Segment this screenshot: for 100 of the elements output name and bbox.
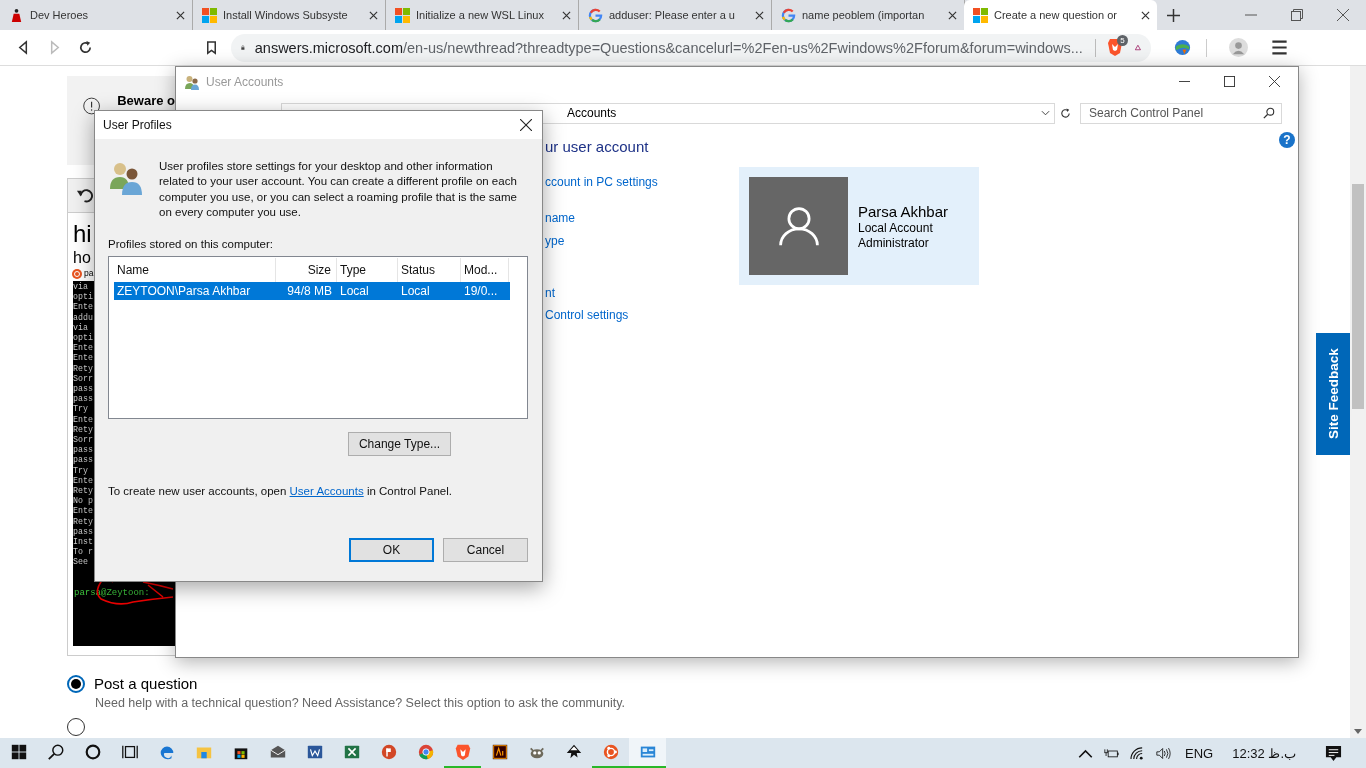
presentation-app-icon <box>379 743 398 761</box>
address-bar[interactable]: answers.microsoft.com/en-us/newthread?threadtype=Questions&cancelurl=%2Fen-us%2Fwindows%2Fforum&forum=windows... 5 <box>231 33 1151 62</box>
terminal-line: No p <box>73 496 93 507</box>
lion-shield-icon <box>453 743 472 761</box>
users-icon <box>184 73 200 90</box>
close-icon[interactable] <box>1141 10 1150 20</box>
illustrator-app-icon <box>490 743 509 761</box>
count-badge: 5 <box>1117 34 1128 46</box>
menu-icon[interactable] <box>1270 38 1289 57</box>
terminal-line: pass <box>73 384 93 395</box>
account-type: Local Account <box>858 221 934 236</box>
close-icon[interactable] <box>562 10 571 20</box>
bookmark-icon[interactable] <box>204 40 219 55</box>
post-subtitle: ho <box>73 249 91 267</box>
terminal-line: Rety <box>73 363 93 374</box>
browser-tab[interactable]: Install Windows Subsyste <box>193 0 386 30</box>
section-heading: ur user account <box>545 137 649 157</box>
search-field[interactable]: Search Control Panel <box>1080 102 1282 124</box>
maximize-icon[interactable] <box>1224 76 1235 87</box>
warning-title: Beware o <box>117 93 175 108</box>
undo-icon[interactable] <box>76 187 93 204</box>
help-button[interactable]: ? <box>1279 132 1295 148</box>
restore-icon[interactable] <box>1291 9 1303 21</box>
avatar-icon[interactable] <box>1229 38 1248 57</box>
cancel-button[interactable]: Cancel <box>443 538 528 563</box>
terminal-line: Rety <box>73 516 93 527</box>
ubuntu-logo-icon <box>601 743 620 761</box>
browser-tab[interactable]: Dev Heroes <box>0 0 193 30</box>
user-accounts-link[interactable]: User Accounts <box>289 485 364 498</box>
notification-icon[interactable] <box>1325 744 1342 762</box>
language-indicator[interactable]: ENG <box>1185 745 1214 761</box>
clock[interactable]: 12:32 ب.ظ <box>1232 745 1296 761</box>
terminal-line: opti <box>73 292 93 303</box>
terminal-line: Sorr <box>73 373 93 385</box>
radio-button[interactable] <box>67 675 85 693</box>
footer-text: To create new user accounts, open User Accounts in Control Panel. <box>108 485 453 498</box>
close-icon[interactable] <box>1269 76 1280 87</box>
windows-logo-icon <box>395 7 410 23</box>
option-description: Need help with a technical question? Need Assistance? Select this option to ask the community. <box>95 695 625 712</box>
terminal-line: Try <box>73 404 88 415</box>
terminal-line: Ente <box>73 506 93 517</box>
search-icon[interactable] <box>1263 106 1275 119</box>
terminal-line: pass <box>73 526 93 538</box>
settings-link[interactable]: ccount in PC settings <box>545 175 658 190</box>
windows-logo-icon <box>202 7 217 23</box>
close-icon[interactable] <box>948 10 957 20</box>
terminal-line: via <box>73 322 88 333</box>
option-label: Post a question <box>94 674 199 694</box>
terminal-line: Sorr <box>73 435 93 446</box>
windows-logo-icon <box>973 7 988 23</box>
browser-tab[interactable]: Create a new question or <box>964 0 1157 30</box>
terminal-line: Ente <box>73 414 93 425</box>
task-view-icon <box>120 743 139 761</box>
speaker-icon[interactable] <box>1156 746 1172 760</box>
close-icon[interactable] <box>520 119 532 131</box>
terminal-line: pass <box>73 445 93 456</box>
account-name: Parsa Akhbar <box>858 203 949 221</box>
dropdown-icon[interactable] <box>1041 110 1050 116</box>
change-type-button[interactable]: Change Type... <box>348 432 451 457</box>
profile-row[interactable]: ZEYTOON\Parsa Akhbar 94/8 MB Local Local 19/0... <box>114 282 510 301</box>
site-feedback-button[interactable]: Site Feedback <box>1316 333 1350 455</box>
close-icon[interactable] <box>755 10 764 20</box>
globe-icon[interactable] <box>1173 38 1192 57</box>
ring-icon <box>83 743 102 761</box>
windows-logo-icon <box>9 743 28 761</box>
battery-icon[interactable] <box>1104 746 1120 760</box>
terminal-line: pass <box>73 455 93 466</box>
chrome-logo-icon <box>416 743 435 761</box>
scroll-down-icon[interactable] <box>1354 729 1362 734</box>
terminal-line: Inst <box>73 537 93 548</box>
settings-link[interactable]: nt <box>545 286 555 301</box>
terminal-line: Try <box>73 465 88 476</box>
terminal-line: Rety <box>73 486 93 497</box>
ok-button[interactable]: OK <box>349 538 434 563</box>
terminal-line: Rety <box>73 424 93 436</box>
settings-link[interactable]: Control settings <box>545 308 629 323</box>
browser-tab[interactable]: Initialize a new WSL Linux <box>386 0 579 30</box>
browser-tab[interactable]: adduser: Please enter a u <box>579 0 772 30</box>
spreadsheet-app-icon <box>342 743 361 761</box>
profiles-list[interactable]: Name Size Type Status Mod... ZEYTOON\Parsa Akhbar 94/8 MB Local Local 19/0... <box>108 256 528 420</box>
settings-link[interactable]: name <box>545 211 576 226</box>
description-text: User profiles store settings for your desktop and other information related to your user account. You can create a different profile on each computer you use, or you can select a roaming profile that is the same on every computer you use. <box>159 159 518 220</box>
figure-icon <box>9 7 24 23</box>
settings-link[interactable]: ype <box>545 234 565 249</box>
terminal-line: addu <box>73 312 93 323</box>
dialog-title: User Profiles <box>103 118 172 132</box>
account-role: Administrator <box>858 236 930 251</box>
controlpanel-taskbar-button[interactable] <box>629 738 666 768</box>
refresh-icon[interactable] <box>1059 106 1072 120</box>
terminal-line: Ente <box>73 343 93 354</box>
reload-icon[interactable] <box>78 40 93 55</box>
terminal-line: Ente <box>73 475 93 487</box>
close-icon[interactable] <box>176 10 185 20</box>
lion-shield-icon[interactable] <box>1107 37 1124 56</box>
new-tab-icon[interactable] <box>1167 8 1180 22</box>
terminal-line: opti <box>73 333 93 344</box>
google-logo-icon <box>588 7 603 23</box>
scrollbar[interactable] <box>1350 66 1366 738</box>
close-icon[interactable] <box>369 10 378 20</box>
ubuntu-logo-icon <box>72 268 82 279</box>
